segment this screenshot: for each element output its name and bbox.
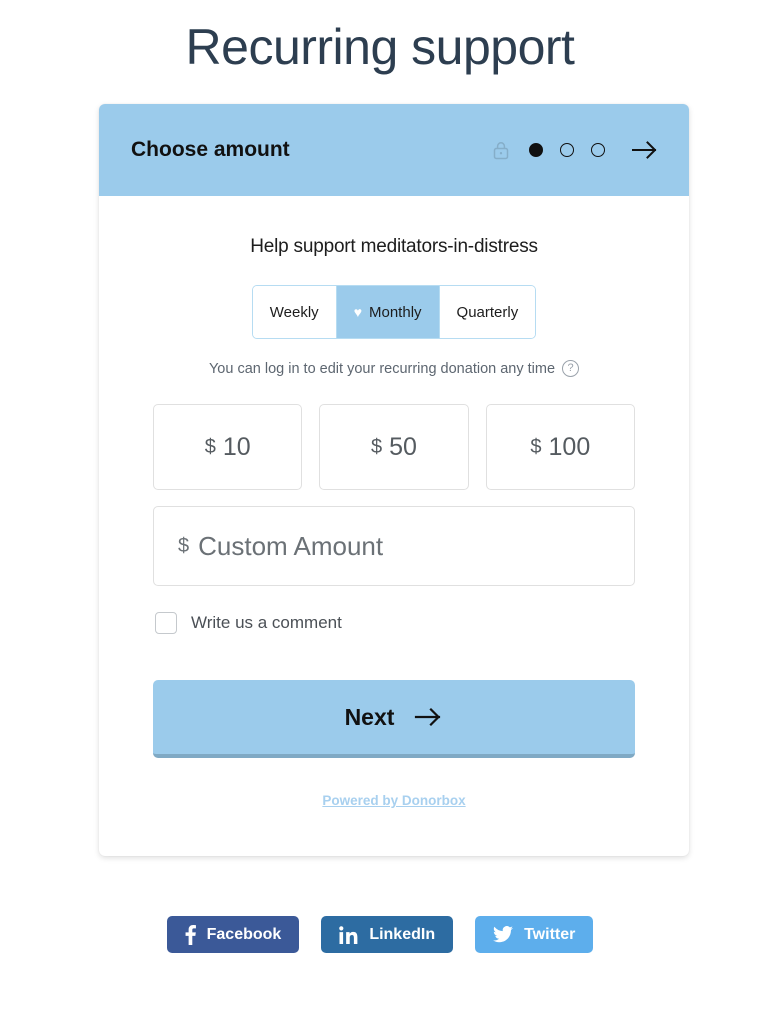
card-header-controls	[490, 139, 659, 161]
interval-group: Weekly ♥ Monthly Quarterly	[251, 285, 537, 339]
interval-quarterly-label: Quarterly	[456, 303, 519, 321]
amount-options: $ 10 $ 50 $ 100	[153, 404, 635, 490]
interval-monthly-button[interactable]: ♥ Monthly	[336, 286, 440, 338]
interval-weekly-button[interactable]: Weekly	[252, 286, 337, 338]
support-heading: Help support meditators-in-distress	[250, 236, 538, 257]
lock-icon	[490, 139, 512, 161]
amount-button-10[interactable]: $ 10	[153, 404, 303, 490]
card-header: Choose amount	[99, 104, 689, 196]
recurring-note: You can log in to edit your recurring do…	[153, 360, 635, 377]
custom-amount-currency: $	[178, 534, 190, 557]
heart-icon: ♥	[353, 304, 362, 320]
question-mark-icon[interactable]: ?	[562, 360, 580, 377]
next-button-label: Next	[344, 703, 395, 730]
share-twitter-label: Twitter	[524, 925, 576, 943]
share-linkedin-label: LinkedIn	[369, 925, 436, 943]
next-button[interactable]: Next	[153, 680, 635, 758]
interval-quarterly-button[interactable]: Quarterly	[439, 286, 536, 338]
twitter-icon	[493, 926, 514, 943]
comment-checkbox-row: Write us a comment	[153, 612, 635, 634]
custom-amount-input[interactable]	[198, 530, 610, 562]
amount-currency-100: $	[530, 435, 542, 458]
social-share-row: Facebook LinkedIn Twitter	[0, 916, 760, 953]
step-dot-2[interactable]	[560, 143, 574, 157]
amount-currency-50: $	[371, 435, 383, 458]
share-linkedin-button[interactable]: LinkedIn	[321, 916, 454, 953]
share-twitter-button[interactable]: Twitter	[475, 916, 594, 953]
page-title: Recurring support	[185, 19, 575, 75]
amount-button-50[interactable]: $ 50	[319, 404, 469, 490]
amount-value-10: 10	[222, 432, 251, 461]
amount-currency-10: $	[204, 435, 216, 458]
write-comment-checkbox[interactable]	[155, 612, 177, 634]
powered-by-link[interactable]: Powered by Donorbox	[322, 793, 465, 808]
amount-button-100[interactable]: $ 100	[485, 404, 635, 490]
step-dot-1[interactable]	[529, 143, 543, 157]
interval-weekly-label: Weekly	[269, 303, 319, 321]
interval-monthly-label: Monthly	[369, 303, 422, 321]
amount-value-100: 100	[548, 432, 591, 461]
share-facebook-label: Facebook	[206, 925, 282, 943]
recurring-note-text: You can log in to edit your recurring do…	[208, 360, 556, 377]
facebook-icon	[185, 924, 196, 945]
step-indicator	[529, 143, 605, 157]
arrow-right-icon	[413, 706, 443, 728]
share-facebook-button[interactable]: Facebook	[166, 916, 300, 953]
header-next-arrow-icon[interactable]	[631, 139, 659, 161]
custom-amount-field[interactable]: $	[153, 506, 635, 586]
card-body: Help support meditators-in-distress Week…	[99, 196, 689, 856]
write-comment-label[interactable]: Write us a comment	[191, 613, 342, 633]
donation-form-page: Recurring support Choose amount Help sup…	[0, 0, 760, 1024]
step-dot-3[interactable]	[591, 143, 605, 157]
interval-selector: Weekly ♥ Monthly Quarterly	[153, 285, 635, 339]
linkedin-icon	[339, 925, 358, 944]
powered-by: Powered by Donorbox	[153, 792, 635, 856]
card-header-title: Choose amount	[131, 138, 290, 161]
donation-card: Choose amount Help support meditators-in…	[99, 104, 689, 856]
amount-value-50: 50	[389, 432, 417, 461]
